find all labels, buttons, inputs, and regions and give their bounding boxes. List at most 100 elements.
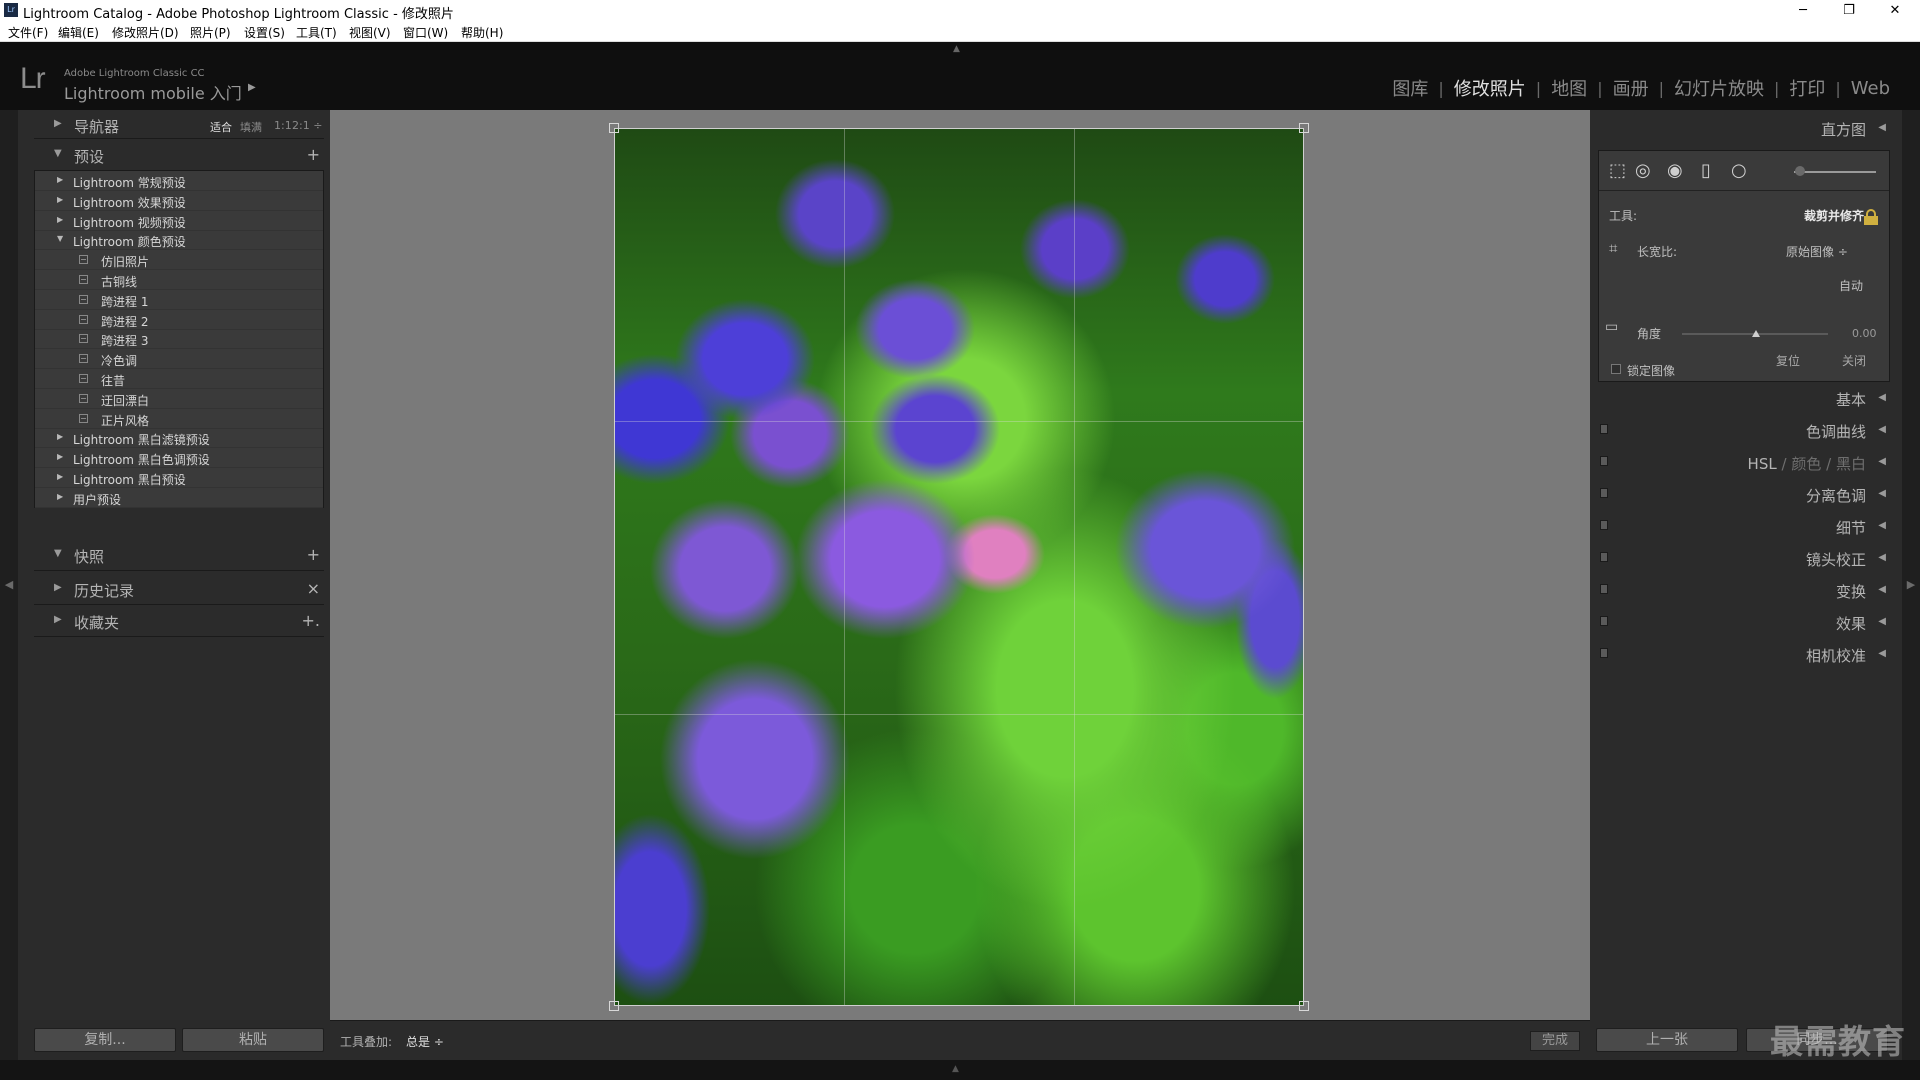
calibration-header[interactable]: 相机校准 ◀ [1598,640,1890,666]
panel-toggle-switch[interactable] [1600,520,1608,530]
collapsed-triangle-icon[interactable]: ▶ [57,175,63,184]
adjustment-brush-icon[interactable] [1795,166,1805,176]
menu-photo[interactable]: 照片(P) [190,24,231,41]
menu-develop[interactable]: 修改照片(D) [112,24,179,41]
preset-folder[interactable]: ▶ Lightroom 黑白滤镜预设 [35,428,323,449]
top-panel-toggle-icon[interactable]: ▲ [953,44,960,54]
module-book[interactable]: 画册 [1603,75,1659,101]
crop-corner-handle[interactable] [609,1001,619,1011]
preset-item[interactable]: 往昔 [35,369,323,389]
presets-header[interactable]: ▼ 预设 + [34,142,324,168]
close-window-button[interactable]: ✕ [1872,0,1918,22]
left-panel-toggle-icon[interactable]: ◀ [0,578,18,591]
module-library[interactable]: 图库 [1382,75,1438,101]
right-panel-toggle-icon[interactable]: ▶ [1902,578,1920,591]
preset-folder[interactable]: ▶ Lightroom 黑白预设 [35,468,323,488]
color-tab[interactable]: 颜色 [1791,455,1821,473]
filmstrip-toggle-icon[interactable]: ▲ [952,1064,959,1074]
lightroom-mobile-link[interactable]: Lightroom mobile 入门 [64,80,242,104]
constrain-checkbox[interactable] [1611,364,1621,374]
split-toning-header[interactable]: 分离色调 ◀ [1598,480,1890,506]
clear-history-icon[interactable]: × [307,579,320,598]
restore-button[interactable]: ❐ [1826,0,1872,22]
menu-tools[interactable]: 工具(T) [296,24,337,41]
straighten-tool-icon[interactable]: ▭ [1605,319,1618,335]
minimize-button[interactable]: ─ [1780,0,1826,22]
copy-settings-button[interactable]: 复制... [34,1028,176,1052]
crop-corner-handle[interactable] [1299,123,1309,133]
menu-help[interactable]: 帮助(H) [461,24,503,41]
add-collection-icon[interactable]: +. [302,611,321,630]
preset-folder[interactable]: ▶ Lightroom 黑白色调预设 [35,448,323,469]
menu-edit[interactable]: 编辑(E) [58,24,99,41]
menu-settings[interactable]: 设置(S) [244,24,285,41]
tone-curve-header[interactable]: 色调曲线 ◀ [1598,416,1890,442]
collections-header[interactable]: ▶ 收藏夹 +. [34,608,324,634]
module-develop[interactable]: 修改照片 [1444,75,1536,101]
zoom-fill[interactable]: 填满 [240,119,262,135]
preset-item[interactable]: 跨进程 3 [35,329,323,350]
module-map[interactable]: 地图 [1541,75,1597,101]
module-print[interactable]: 打印 [1779,75,1835,101]
crop-corner-handle[interactable] [1299,1001,1309,1011]
done-button[interactable]: 完成 [1530,1031,1580,1051]
preset-item[interactable]: 跨进程 1 [35,290,323,310]
effects-header[interactable]: 效果 ◀ [1598,608,1890,634]
play-arrow-icon[interactable]: ▶ [248,82,256,93]
panel-toggle-switch[interactable] [1600,488,1608,498]
panel-toggle-switch[interactable] [1600,552,1608,562]
right-edge-strip[interactable]: ▶ [1902,110,1920,1066]
hsl-header[interactable]: HSL / 颜色 / 黑白 ◀ [1598,448,1890,474]
detail-header[interactable]: 细节 ◀ [1598,512,1890,538]
collapsed-triangle-icon[interactable]: ▶ [57,472,63,481]
panel-toggle-switch[interactable] [1600,648,1608,658]
auto-straighten-button[interactable]: 自动 [1839,277,1863,294]
spot-removal-icon[interactable]: ◎ [1635,162,1651,180]
left-edge-strip[interactable]: ◀ [0,110,18,1066]
zoom-1-1[interactable]: 1:1 [274,119,292,132]
snapshots-header[interactable]: ▼ 快照 + [34,542,324,568]
bw-tab[interactable]: 黑白 [1836,455,1866,473]
panel-toggle-switch[interactable] [1600,456,1608,466]
tool-overlay-dropdown[interactable]: 总是 ÷ [406,1033,444,1050]
zoom-fit[interactable]: 适合 [210,119,232,135]
panel-toggle-switch[interactable] [1600,424,1608,434]
preset-item[interactable]: 迂回漂白 [35,389,323,409]
preset-item[interactable]: 仿旧照片 [35,250,323,271]
aspect-lock-icon[interactable] [1864,209,1878,225]
graduated-filter-icon[interactable]: ▯ [1701,162,1711,180]
panel-toggle-switch[interactable] [1600,584,1608,594]
preset-folder[interactable]: ▼ Lightroom 颜色预设 [35,230,323,251]
crop-overlay-icon[interactable]: ⬚ [1609,162,1626,180]
preset-item[interactable]: 古铜线 [35,270,323,290]
menu-view[interactable]: 视图(V) [349,24,391,41]
add-preset-icon[interactable]: + [307,145,320,164]
photo-hydrangeas[interactable] [614,128,1304,1006]
preset-folder[interactable]: ▶ Lightroom 视频预设 [35,211,323,231]
crop-corner-handle[interactable] [609,123,619,133]
preset-folder[interactable]: ▶ 用户预设 [35,488,323,508]
preset-folder[interactable]: ▶ Lightroom 效果预设 [35,191,323,211]
collapsed-triangle-icon[interactable]: ▶ [57,195,63,204]
preset-folder[interactable]: ▶ Lightroom 常规预设 [35,171,323,191]
module-slideshow[interactable]: 幻灯片放映 [1664,75,1774,101]
navigator-header[interactable]: ▶ 导航器 适合 填满 1:1 2:1 ÷ [34,112,324,138]
add-snapshot-icon[interactable]: + [307,545,320,564]
angle-slider-knob[interactable] [1752,330,1760,337]
menu-window[interactable]: 窗口(W) [403,24,448,41]
preset-item[interactable]: 冷色调 [35,349,323,370]
collapsed-triangle-icon[interactable]: ▶ [57,215,63,224]
transform-header[interactable]: 变换 ◀ [1598,576,1890,602]
expanded-triangle-icon[interactable]: ▼ [57,234,63,243]
history-header[interactable]: ▶ 历史记录 × [34,576,324,602]
zoom-2-1[interactable]: 2:1 ÷ [292,119,322,132]
brush-slider-track[interactable] [1794,171,1876,173]
crop-close-button[interactable]: 关闭 [1842,352,1866,369]
histogram-header[interactable]: 直方图 ◀ [1598,114,1890,140]
red-eye-icon[interactable]: ◉ [1667,162,1683,180]
collapsed-triangle-icon[interactable]: ▶ [57,492,63,501]
previous-button[interactable]: 上一张 [1596,1028,1738,1052]
aspect-dropdown[interactable]: 原始图像 ÷ [1786,243,1848,260]
module-web[interactable]: Web [1841,78,1900,99]
crop-reset-button[interactable]: 复位 [1776,352,1800,369]
